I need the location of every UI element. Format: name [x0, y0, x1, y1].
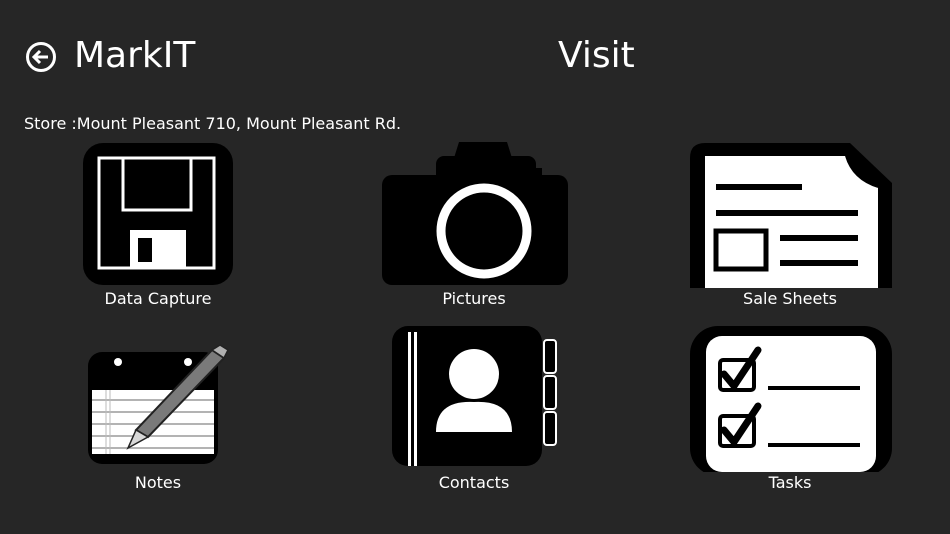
tile-notes[interactable]: Notes	[48, 342, 268, 514]
checklist-icon	[690, 326, 892, 472]
tile-sale-sheets[interactable]: Sale Sheets	[680, 138, 900, 310]
back-arrow-icon	[26, 42, 56, 72]
store-info: Store :Mount Pleasant 710, Mount Pleasan…	[24, 114, 402, 133]
tile-label-notes: Notes	[134, 473, 182, 492]
page-title: Visit	[558, 35, 635, 76]
address-book-icon	[392, 326, 557, 466]
tile-label-sale-sheets: Sale Sheets	[743, 289, 837, 308]
back-button[interactable]	[25, 41, 57, 73]
tile-contacts[interactable]: Contacts	[364, 322, 584, 494]
tile-data-capture[interactable]: Data Capture	[48, 138, 268, 310]
tile-label-pictures: Pictures	[442, 289, 506, 308]
camera-icon	[382, 142, 568, 285]
tile-label-contacts: Contacts	[438, 473, 510, 492]
tile-tasks[interactable]: Tasks	[680, 322, 900, 494]
tile-pictures[interactable]: Pictures	[364, 138, 584, 310]
floppy-disk-icon	[83, 143, 233, 285]
tile-label-data-capture: Data Capture	[104, 289, 212, 308]
tile-label-tasks: Tasks	[768, 473, 812, 492]
notepad-pencil-icon	[88, 344, 229, 464]
document-icon	[690, 143, 892, 288]
app-title: MarkIT	[74, 35, 196, 76]
